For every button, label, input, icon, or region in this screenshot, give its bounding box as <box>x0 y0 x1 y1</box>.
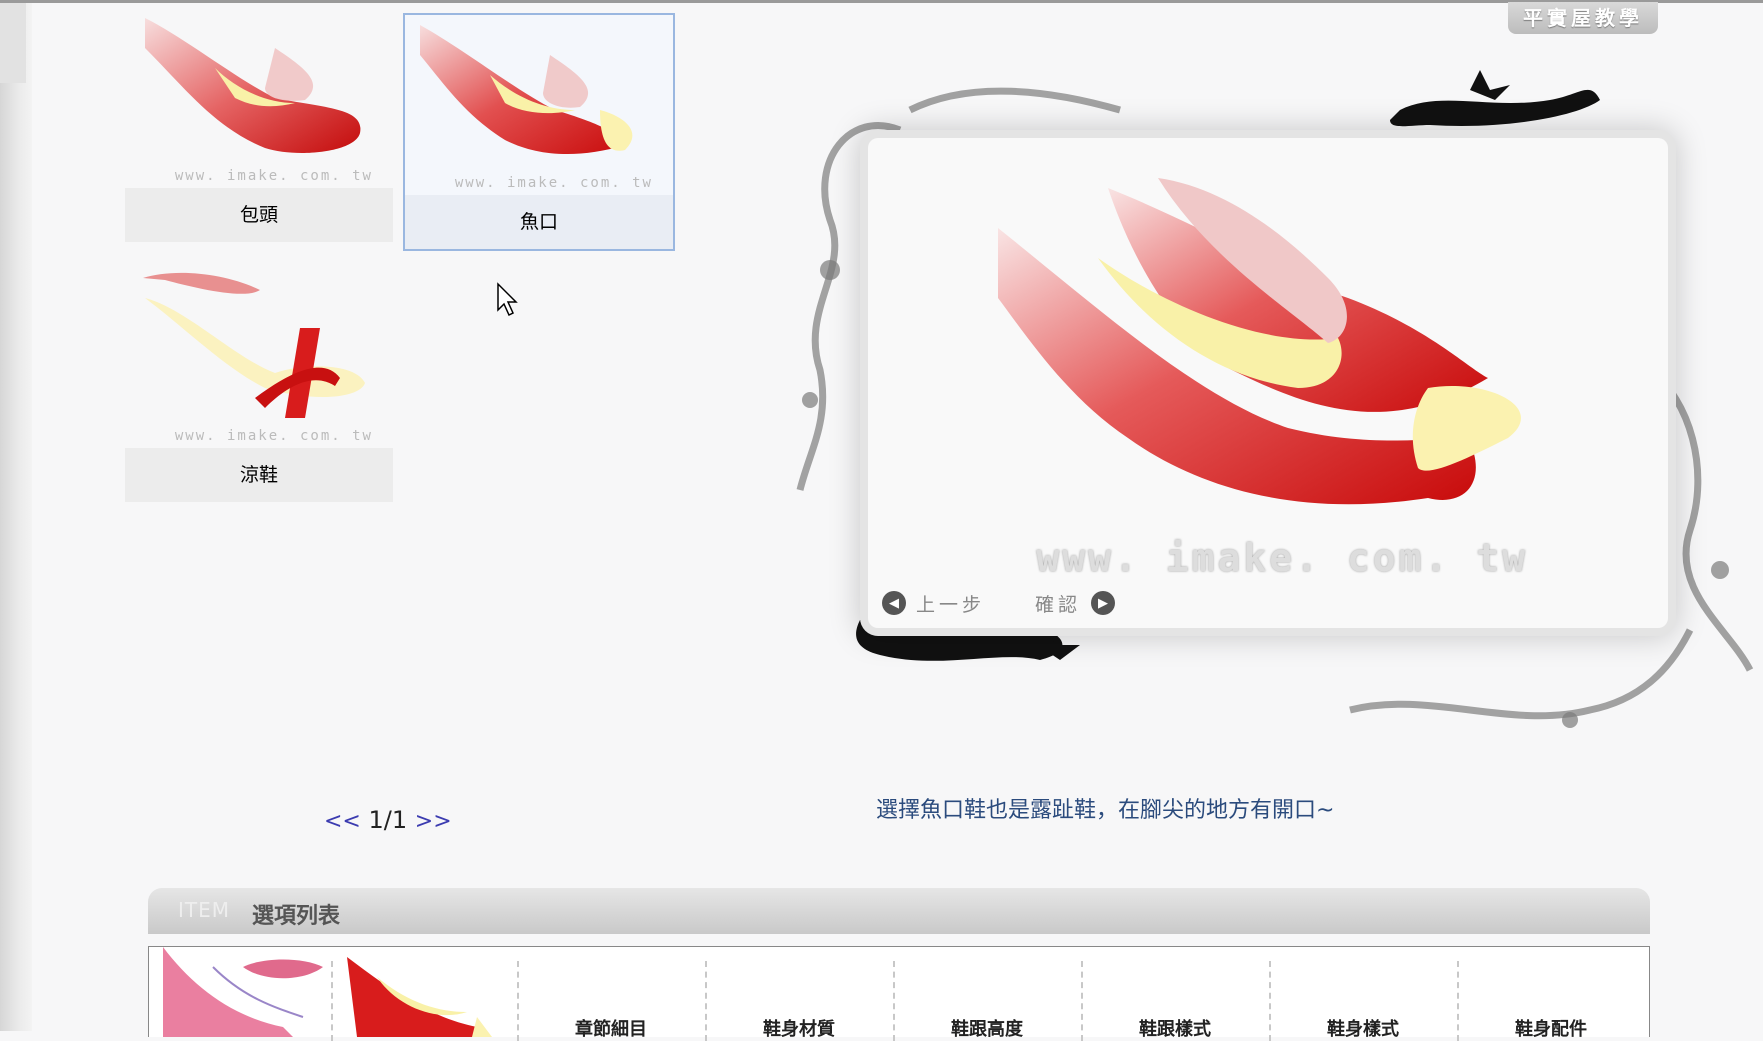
list-divider <box>1081 961 1083 1041</box>
watermark: www. imake. com. tw <box>454 175 653 191</box>
preview-watermark: www. imake. com. tw <box>1036 536 1528 580</box>
back-button[interactable]: 上一步 <box>916 590 985 617</box>
preview-panel: www. imake. com. tw ◀ 上一步 確認 ▶ <box>868 138 1668 628</box>
peep-toe-shoe-image: www. imake. com. tw <box>405 15 673 195</box>
list-column-heel-style[interactable]: 鞋跟樣式 <box>1085 1015 1265 1041</box>
forward-arrow-icon[interactable]: ▶ <box>1091 591 1116 615</box>
list-divider <box>331 961 333 1041</box>
list-column-material[interactable]: 鞋身材質 <box>709 1015 889 1041</box>
list-divider <box>893 961 895 1041</box>
list-divider <box>705 961 707 1041</box>
next-page-link[interactable]: >> <box>415 809 452 834</box>
card-label: 涼鞋 <box>125 448 393 502</box>
card-label: 包頭 <box>125 188 393 242</box>
shoe-thumbnail-pink <box>163 947 323 1037</box>
item-list-body: 章節細目 鞋身材質 鞋跟高度 鞋跟樣式 鞋身樣式 鞋身配件 <box>148 946 1650 1041</box>
closed-toe-shoe-image: www. imake. com. tw <box>125 8 393 188</box>
option-description: 選擇魚口鞋也是露趾鞋，在腳尖的地方有開口~ <box>876 798 1335 823</box>
tutorial-button[interactable]: 平實屋教學 <box>1508 2 1658 34</box>
peep-toe-preview-image <box>998 178 1521 505</box>
item-list-title: 選項列表 <box>252 904 341 929</box>
page-indicator: 1/1 <box>368 806 408 834</box>
sandal-image: www. imake. com. tw <box>125 268 393 448</box>
prev-page-link[interactable]: << <box>324 809 361 834</box>
top-border <box>0 0 1763 3</box>
mouse-cursor-icon <box>497 282 518 317</box>
shoe-thumbnail-red <box>347 957 492 1037</box>
list-column-heel-height[interactable]: 鞋跟高度 <box>897 1015 1077 1041</box>
list-column-body-style[interactable]: 鞋身樣式 <box>1273 1015 1453 1041</box>
shoe-option-peep-toe[interactable]: www. imake. com. tw 魚口 <box>403 13 675 251</box>
item-list-title-en: ITEM <box>178 898 231 922</box>
shoe-option-sandal[interactable]: www. imake. com. tw 涼鞋 <box>125 268 393 502</box>
preview-nav: ◀ 上一步 確認 ▶ <box>882 588 1116 618</box>
watermark: www. imake. com. tw <box>174 168 373 184</box>
pagination: << 1/1 >> <box>324 806 452 834</box>
item-list-header: ITEM 選項列表 <box>148 888 1650 934</box>
back-arrow-icon[interactable]: ◀ <box>882 591 906 615</box>
watermark: www. imake. com. tw <box>174 428 373 444</box>
shoe-option-closed-toe[interactable]: www. imake. com. tw 包頭 <box>125 8 393 242</box>
list-divider <box>1269 961 1271 1041</box>
confirm-button[interactable]: 確認 <box>1035 590 1081 617</box>
list-divider <box>517 961 519 1041</box>
list-column-accessory[interactable]: 鞋身配件 <box>1461 1015 1641 1041</box>
left-side-strip <box>0 3 32 1031</box>
list-column-chapter[interactable]: 章節細目 <box>521 1015 701 1041</box>
list-divider <box>1457 961 1459 1041</box>
card-label: 魚口 <box>405 195 673 249</box>
